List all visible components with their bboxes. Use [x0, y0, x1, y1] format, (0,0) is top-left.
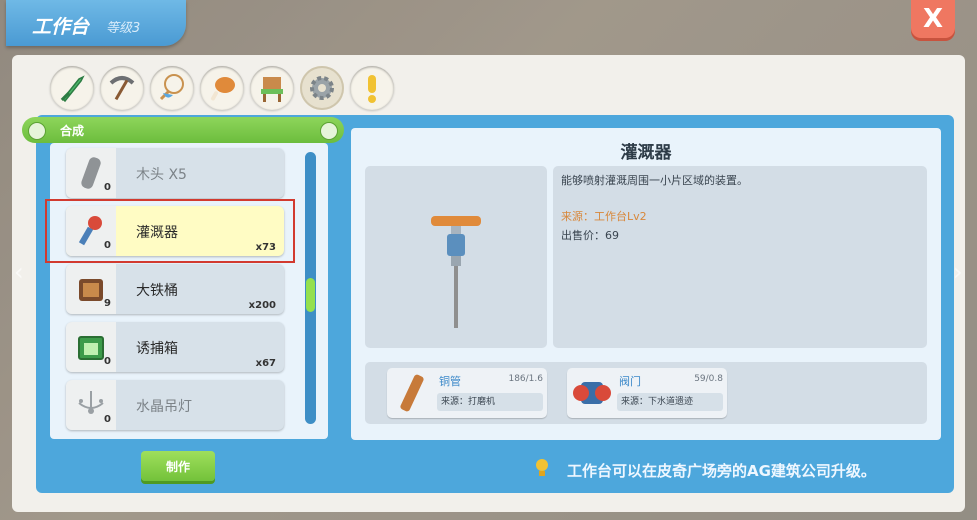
window-title-tab: 工作台 等级3 [6, 0, 186, 46]
description-box: 能够喷射灌溉周围一小片区域的装置。 来源：工作台Lv2 出售价：69 [553, 166, 927, 348]
item-qty: x67 [255, 358, 276, 369]
close-icon: X [922, 4, 944, 34]
sprinkler-preview-icon [431, 216, 481, 328]
upgrade-hint: 工作台可以在皮奇广场旁的AG建筑公司升级。 [567, 462, 876, 480]
header-dot-right [320, 122, 338, 140]
scroll-thumb[interactable] [306, 278, 315, 312]
item-price: 出售价：69 [561, 229, 619, 242]
copper-pipe-icon [400, 374, 424, 412]
list-item[interactable]: 0 水晶吊灯 [66, 380, 284, 430]
list-scrollbar[interactable] [305, 152, 316, 424]
material-card[interactable]: 铜管 186/1.6 来源：打磨机 [387, 368, 547, 418]
item-detail-panel: 灌溉器 能够喷射灌溉周围一小片区域的装置。 来源：工作台Lv2 出售价：69 铜… [351, 128, 941, 440]
list-item[interactable]: 9 大铁桶 x200 [66, 264, 284, 314]
valve-icon [573, 382, 611, 404]
materials-row: 铜管 186/1.6 来源：打磨机 阀门 59/0.8 来源：下水道遗迹 [365, 362, 927, 424]
pickaxe-icon [109, 76, 135, 101]
item-qty: x200 [248, 300, 276, 311]
item-description: 能够喷射灌溉周围一小片区域的装置。 [561, 174, 748, 187]
craft-button[interactable]: 制作 [141, 451, 215, 481]
material-source: 来源：下水道遗迹 [617, 393, 723, 411]
sword-icon [60, 75, 85, 103]
recipe-list[interactable]: 0 木头 X5 0 灌溉器 x73 9 大铁桶 x200 0 诱捕箱 x67 0… [50, 143, 328, 439]
material-count: 59/0.8 [694, 374, 723, 384]
item-name: 木头 X5 [136, 167, 187, 183]
drumstick-icon [211, 77, 235, 101]
category-fishing-tab[interactable] [150, 66, 194, 110]
synthesis-title: 合成 [60, 124, 85, 138]
category-weapons-tab[interactable] [50, 66, 94, 110]
material-source: 来源：打磨机 [437, 393, 543, 411]
material-count: 186/1.6 [508, 374, 543, 384]
material-name: 阀门 [619, 375, 641, 388]
close-button[interactable]: X [911, 0, 955, 38]
prev-page-icon[interactable]: ‹ [14, 258, 24, 286]
header-dot-left [28, 122, 46, 140]
item-source: 来源：工作台Lv2 [561, 210, 647, 223]
category-machines-tab[interactable] [300, 66, 344, 110]
category-furniture-tab[interactable] [250, 66, 294, 110]
material-card[interactable]: 阀门 59/0.8 来源：下水道遗迹 [567, 368, 727, 418]
owned-count: 9 [104, 298, 111, 309]
material-name: 铜管 [439, 375, 461, 388]
item-name: 大铁桶 [136, 283, 178, 299]
owned-count: 0 [104, 356, 111, 367]
category-tools-tab[interactable] [100, 66, 144, 110]
workbench-level: 等级3 [106, 21, 141, 36]
next-page-icon[interactable]: › [953, 258, 963, 286]
category-misc-tab[interactable] [350, 66, 394, 110]
window-title: 工作台 [32, 16, 90, 38]
list-item[interactable]: 0 木头 X5 [66, 148, 284, 198]
owned-count: 0 [104, 182, 111, 193]
category-food-tab[interactable] [200, 66, 244, 110]
detail-title: 灌溉器 [620, 143, 672, 163]
list-item[interactable]: 0 诱捕箱 x67 [66, 322, 284, 372]
fishing-net-icon [159, 74, 184, 101]
item-name: 诱捕箱 [136, 341, 178, 357]
lightbulb-icon [536, 459, 548, 476]
owned-count: 0 [104, 414, 111, 425]
chair-icon [261, 77, 283, 102]
exclamation-icon [368, 75, 376, 103]
gear-icon [310, 76, 334, 100]
item-name: 水晶吊灯 [136, 399, 192, 415]
synthesis-header: 合成 [22, 117, 344, 143]
item-preview [365, 166, 547, 348]
selection-highlight [45, 199, 295, 263]
